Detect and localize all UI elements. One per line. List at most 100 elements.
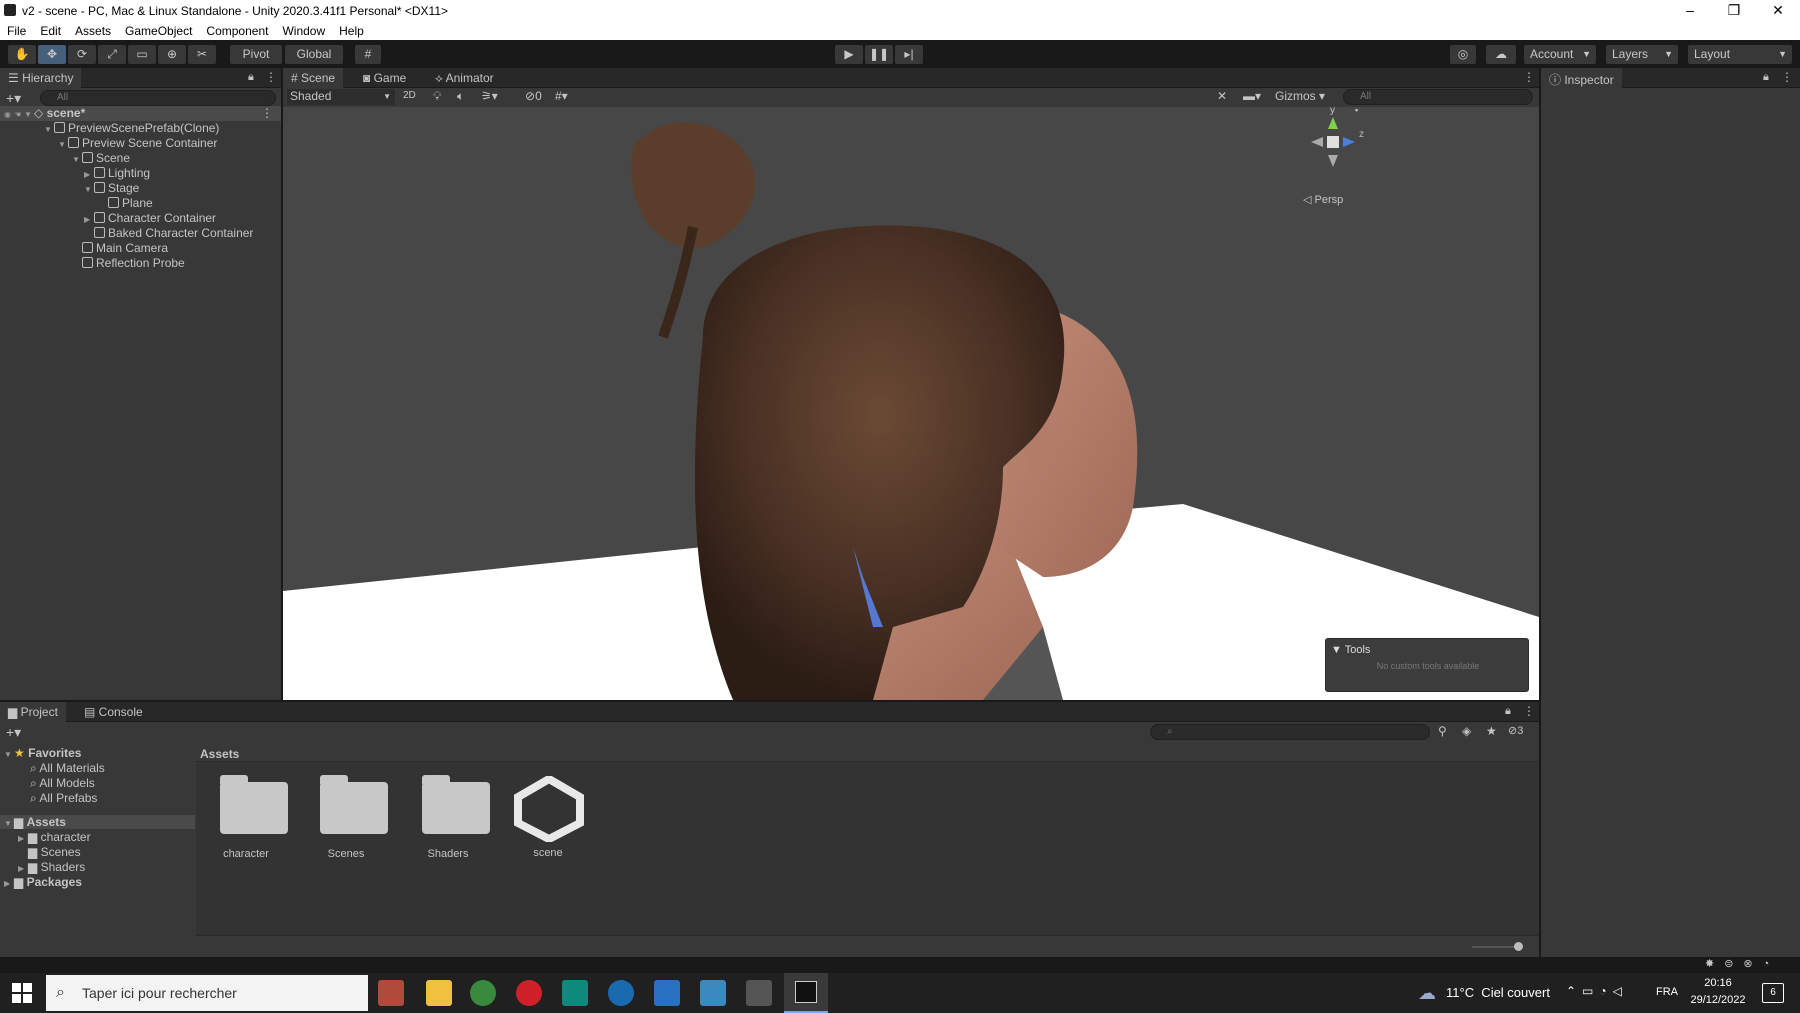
menu-component[interactable]: Component bbox=[199, 22, 275, 38]
file-explorer-icon[interactable] bbox=[426, 980, 452, 1006]
favorite-star-icon[interactable]: ★ bbox=[1486, 724, 1497, 738]
shading-mode-dropdown[interactable]: Shaded ▼ bbox=[287, 89, 395, 105]
lock-icon[interactable]: 🔒︎ bbox=[1763, 71, 1769, 84]
asset-item[interactable]: Scenes bbox=[296, 775, 396, 860]
global-toggle[interactable]: Global bbox=[285, 45, 343, 64]
chevron-right-icon[interactable]: ▶ bbox=[4, 879, 14, 888]
kebab-menu-icon[interactable]: ⋮ bbox=[265, 70, 277, 84]
hierarchy-row[interactable]: ▶ Character Container bbox=[0, 211, 280, 226]
layers-dropdown[interactable]: Layers ▼ bbox=[1606, 45, 1678, 64]
hierarchy-row[interactable]: ▼ Scene bbox=[0, 151, 280, 166]
chevron-right-icon[interactable]: ▶ bbox=[18, 834, 28, 843]
close-button[interactable]: ✕ bbox=[1756, 0, 1800, 22]
language-indicator[interactable]: FRA bbox=[1656, 986, 1678, 998]
clock-date[interactable]: 29/12/2022 bbox=[1684, 994, 1752, 1006]
effects-toggle-icon[interactable]: ⚞▾ bbox=[481, 89, 498, 103]
lock-icon[interactable]: ▪ bbox=[1355, 107, 1358, 115]
lock-icon[interactable]: 🔒︎ bbox=[1505, 705, 1511, 718]
transform-tool-icon[interactable]: ⊕ bbox=[158, 45, 186, 64]
project-search-input[interactable]: ⌕ bbox=[1150, 724, 1430, 740]
weather-text[interactable]: 11°C Ciel couvert bbox=[1446, 985, 1550, 1000]
asset-item[interactable]: Shaders bbox=[398, 775, 498, 860]
move-tool-icon[interactable]: ✥ bbox=[38, 45, 66, 64]
menu-file[interactable]: File bbox=[0, 22, 33, 38]
windows-start-icon[interactable] bbox=[12, 983, 32, 1003]
add-icon[interactable]: +▾ bbox=[6, 90, 21, 107]
custom-tool-icon[interactable]: ✂ bbox=[188, 45, 216, 64]
minimize-button[interactable]: – bbox=[1668, 0, 1712, 22]
pause-button[interactable]: ❚❚ bbox=[865, 45, 893, 64]
menu-edit[interactable]: Edit bbox=[33, 22, 68, 38]
asset-folder-row[interactable]: ▆ Scenes bbox=[28, 845, 81, 859]
rect-tool-icon[interactable]: ▭ bbox=[128, 45, 156, 64]
chevron-down-icon[interactable]: ▼ bbox=[44, 125, 54, 134]
task-view-icon[interactable] bbox=[378, 980, 404, 1006]
asset-folder-row[interactable]: ▶ ▆ character bbox=[18, 830, 91, 844]
favorite-item[interactable]: ⌕ All Materials bbox=[30, 761, 105, 776]
hierarchy-row[interactable]: ▼ Stage bbox=[0, 181, 280, 196]
hierarchy-row[interactable]: Reflection Probe bbox=[0, 256, 280, 271]
unity-hub-icon[interactable] bbox=[746, 980, 772, 1006]
favorites-row[interactable]: ▼ ★ Favorites bbox=[4, 746, 81, 760]
tab-console[interactable]: ▤ Console bbox=[76, 702, 151, 722]
grid-snap-icon[interactable]: # bbox=[355, 45, 381, 64]
zoom-slider-handle[interactable] bbox=[1514, 942, 1523, 951]
account-dropdown[interactable]: Account ▼ bbox=[1524, 45, 1596, 64]
unity-editor-taskbar-button[interactable] bbox=[784, 973, 828, 1013]
asset-item[interactable]: scene bbox=[498, 774, 598, 859]
hand-tool-icon[interactable]: ✋ bbox=[8, 45, 36, 64]
kebab-menu-icon[interactable]: ⋮ bbox=[1523, 704, 1535, 718]
orientation-gizmo[interactable]: y z ▪ bbox=[1293, 107, 1373, 197]
camera-settings-icon[interactable]: ▬▾ bbox=[1243, 89, 1261, 103]
pick-icon[interactable]: ☚ bbox=[14, 110, 24, 119]
scene-search-input[interactable]: All bbox=[1343, 89, 1533, 105]
chevron-down-icon[interactable]: ▼ bbox=[84, 185, 94, 194]
favorite-item[interactable]: ⌕ All Models bbox=[30, 776, 95, 791]
calculator-icon[interactable] bbox=[700, 980, 726, 1006]
hidden-packages-icon[interactable]: ⊘3 bbox=[1508, 724, 1523, 737]
menu-window[interactable]: Window bbox=[275, 22, 332, 38]
lock-icon[interactable]: 🔒︎ bbox=[248, 71, 254, 84]
taskbar-search-input[interactable]: ⌕ Taper ici pour rechercher bbox=[46, 975, 368, 1011]
tray-icons[interactable]: ⌃▭◔◁ bbox=[1566, 984, 1628, 998]
search-by-label-icon[interactable]: ◈ bbox=[1462, 724, 1471, 738]
layout-dropdown[interactable]: Layout ▼ bbox=[1688, 45, 1792, 64]
restore-button[interactable]: ❐ bbox=[1712, 0, 1756, 22]
chevron-down-icon[interactable]: ▼ bbox=[24, 110, 34, 119]
app-m-icon[interactable] bbox=[562, 980, 588, 1006]
collab-icon[interactable]: ◎ bbox=[1450, 45, 1476, 64]
tab-project[interactable]: ▆ Project bbox=[0, 702, 66, 722]
menu-help[interactable]: Help bbox=[332, 22, 371, 38]
chevron-down-icon[interactable]: ▼ bbox=[4, 750, 14, 759]
step-button[interactable]: ▸| bbox=[895, 45, 923, 64]
chevron-down-icon[interactable]: ▼ bbox=[4, 819, 14, 828]
chevron-down-icon[interactable]: ▼ bbox=[58, 140, 68, 149]
cloud-icon[interactable]: ☁ bbox=[1486, 45, 1516, 64]
menu-gameobject[interactable]: GameObject bbox=[118, 22, 199, 38]
notifications-icon[interactable]: 6 bbox=[1762, 983, 1784, 1003]
scale-tool-icon[interactable]: ⤢ bbox=[98, 45, 126, 64]
hierarchy-row[interactable]: Plane bbox=[0, 196, 280, 211]
asset-item[interactable]: character bbox=[196, 775, 296, 860]
packages-row[interactable]: ▶ ▆ Packages bbox=[4, 875, 82, 889]
hierarchy-row[interactable]: Main Camera bbox=[0, 241, 280, 256]
breadcrumb[interactable]: Assets bbox=[196, 742, 1539, 762]
tab-game[interactable]: ◙ Game bbox=[355, 68, 414, 88]
hierarchy-row-scene[interactable]: ◉ ☚ ▼ ◇ scene* ⋮ bbox=[0, 106, 281, 121]
gizmos-dropdown[interactable]: Gizmos ▾ bbox=[1275, 89, 1325, 103]
zoom-slider-track[interactable] bbox=[1472, 946, 1518, 948]
hierarchy-row[interactable]: Baked Character Container bbox=[0, 226, 280, 241]
rotate-tool-icon[interactable]: ⟳ bbox=[68, 45, 96, 64]
tools-toggle-icon[interactable]: ✕ bbox=[1217, 89, 1227, 103]
weather-cloud-icon[interactable]: ☁ bbox=[1418, 983, 1436, 1004]
chevron-right-icon[interactable]: ▶ bbox=[84, 215, 94, 224]
kebab-menu-icon[interactable]: ⋮ bbox=[1523, 70, 1535, 84]
tab-animator[interactable]: ⟡ Animator bbox=[427, 68, 502, 88]
kebab-menu-icon[interactable]: ⋮ bbox=[1781, 70, 1793, 84]
opera-icon[interactable] bbox=[516, 980, 542, 1006]
audio-toggle-icon[interactable]: 🔈︎ bbox=[457, 89, 464, 104]
add-icon[interactable]: +▾ bbox=[6, 724, 21, 741]
clock-time[interactable]: 20:16 bbox=[1690, 977, 1746, 989]
assets-root-row[interactable]: ▼ ▆ Assets bbox=[0, 815, 195, 829]
asset-folder-row[interactable]: ▶ ▆ Shaders bbox=[18, 860, 85, 874]
